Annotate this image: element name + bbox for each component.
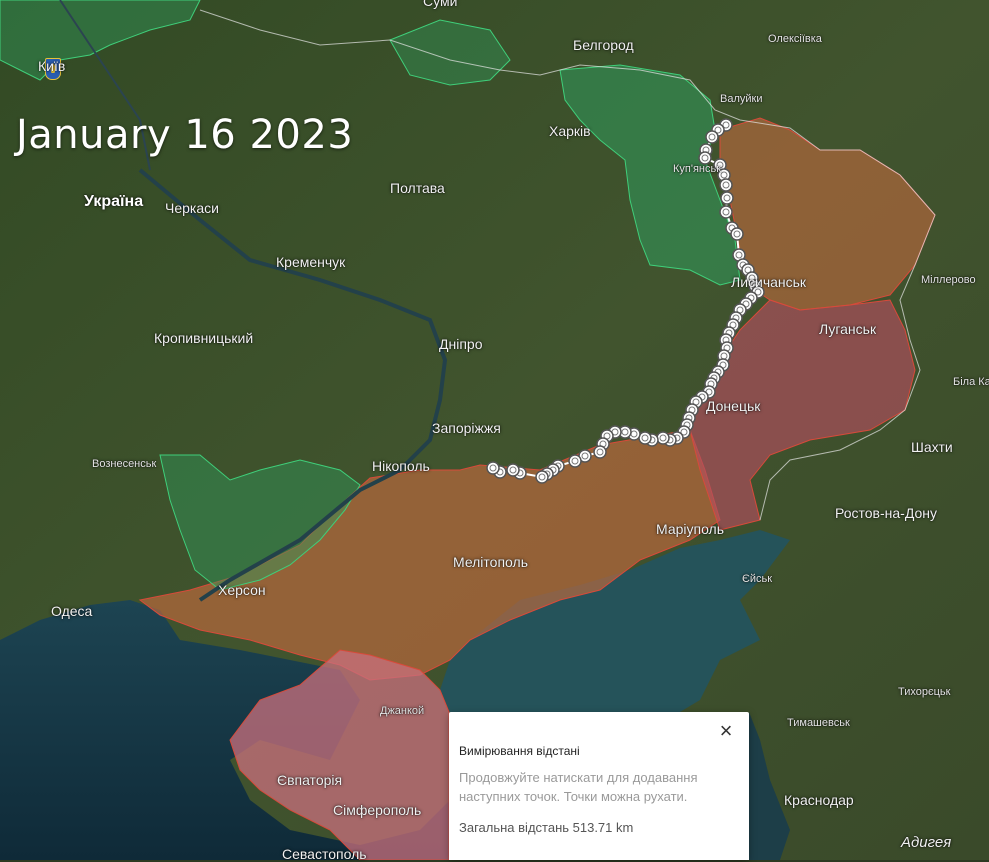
city-label: Суми — [423, 0, 458, 9]
measure-point-center — [722, 181, 730, 189]
city-label: Нікополь — [372, 458, 430, 474]
city-label: Белгород — [573, 37, 634, 53]
city-label: Херсон — [218, 582, 266, 598]
city-label: Дніпро — [439, 336, 483, 352]
city-label: Тихорєцьк — [898, 686, 951, 698]
city-label: Краснодар — [784, 792, 854, 808]
city-label: Донецьк — [706, 398, 761, 414]
popup-hint: Продовжуйте натискати для додавання наст… — [459, 770, 698, 804]
measure-distance-popup: × Вимірювання відстані Продовжуйте натис… — [449, 712, 749, 860]
close-icon[interactable]: × — [715, 720, 737, 742]
measure-point-center — [489, 464, 497, 472]
measure-point-center — [735, 251, 743, 259]
date-title: January 16 2023 — [16, 112, 354, 158]
city-label: Україна — [84, 193, 144, 210]
city-label: Єйськ — [742, 573, 773, 585]
popup-title: Вимірювання відстані — [459, 744, 580, 758]
city-label: Ростов-на-Дону — [835, 505, 937, 521]
measure-point-center — [701, 154, 709, 162]
city-label: Джанкой — [380, 705, 425, 717]
city-label: Маріуполь — [656, 521, 725, 537]
measure-point-center — [581, 452, 589, 460]
city-label: Одеса — [51, 603, 93, 619]
city-label: Лисичанськ — [731, 274, 807, 290]
measure-point-center — [659, 434, 667, 442]
city-label: Черкаси — [165, 200, 219, 216]
measure-point-center — [720, 352, 728, 360]
measure-point-center — [723, 194, 731, 202]
measure-point-center — [641, 434, 649, 442]
measure-point-center — [720, 171, 728, 179]
city-label: Мелітополь — [453, 554, 528, 570]
measure-point-center — [538, 473, 546, 481]
city-label: Куп'янськ — [673, 163, 722, 175]
city-label: Кропивницький — [154, 330, 254, 346]
city-label: Сімферополь — [333, 802, 422, 818]
measure-point-center — [733, 230, 741, 238]
city-label: Валуйки — [720, 93, 763, 105]
measure-point-center — [621, 428, 629, 436]
city-label: Шахти — [911, 439, 953, 455]
city-label: Кременчук — [276, 254, 346, 270]
measure-point-center — [596, 448, 604, 456]
city-label: Луганськ — [819, 321, 877, 337]
city-label: Міллерово — [921, 274, 976, 286]
city-label: Євпаторія — [277, 772, 343, 788]
city-label: Вознесенськ — [92, 458, 157, 470]
city-label: Адигея — [901, 834, 952, 851]
measure-point-center — [571, 457, 579, 465]
measure-point-center — [509, 466, 517, 474]
total-distance: Загальна відстань 513.71 km — [459, 820, 634, 835]
measure-point-center — [708, 133, 716, 141]
city-label: Біла Ка — [953, 376, 989, 388]
city-label: Тимашевськ — [787, 717, 850, 729]
city-label: Олексіївка — [768, 33, 822, 45]
measure-point-center — [722, 208, 730, 216]
measure-point-center — [630, 430, 638, 438]
city-label: Харків — [549, 123, 591, 139]
city-label: Київ — [38, 58, 66, 74]
city-label: Запоріжжя — [432, 420, 501, 436]
city-label: Полтава — [390, 180, 445, 196]
